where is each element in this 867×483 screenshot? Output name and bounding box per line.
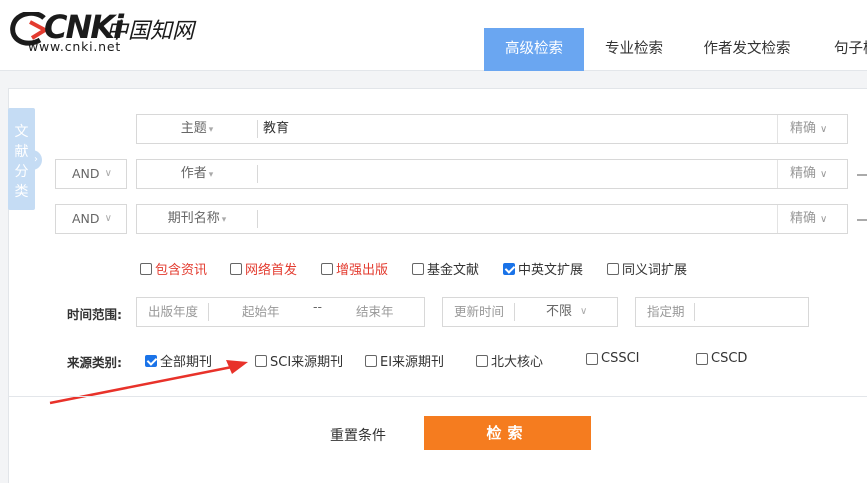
- field-select-journal[interactable]: 期刊名称 ▾: [137, 205, 257, 233]
- publish-year-label: 出版年度: [148, 304, 199, 319]
- remove-row-icon[interactable]: [857, 219, 867, 221]
- field-select-author[interactable]: 作者 ▾: [137, 160, 257, 188]
- logic-select-2[interactable]: AND ∨: [55, 159, 127, 189]
- divider: [694, 303, 695, 321]
- checkbox[interactable]: [586, 352, 598, 365]
- search-input-1[interactable]: 教育: [263, 115, 289, 143]
- search-row-1: 主题 ▾ 教育 精确 ∨: [136, 114, 848, 144]
- update-time-select[interactable]: 更新时间 不限 ∨: [442, 297, 618, 327]
- tab-professional-search[interactable]: 专业检索: [584, 28, 684, 71]
- source-all-journals[interactable]: 全部期刊: [145, 351, 212, 370]
- caret-down-icon: ▾: [221, 215, 227, 225]
- match-select-1[interactable]: 精确 ∨: [777, 115, 847, 143]
- search-mode-tabs: 高级检索 专业检索 作者发文检索 句子检: [484, 28, 867, 71]
- chevron-down-icon: ∨: [820, 169, 828, 180]
- range-dash: --: [313, 299, 323, 314]
- match-select-3[interactable]: 精确 ∨: [777, 205, 847, 233]
- chevron-down-icon: ∨: [820, 214, 828, 225]
- search-row-2: 作者 ▾ 精确 ∨: [136, 159, 848, 189]
- cnki-logo[interactable]: CNKi 中国知网 www.cnki.net: [10, 8, 200, 58]
- search-button[interactable]: 检索: [424, 416, 591, 450]
- checkbox[interactable]: [230, 262, 242, 275]
- search-row-3: 期刊名称 ▾ 精确 ∨: [136, 204, 848, 234]
- option-synonym-extension[interactable]: 同义词扩展: [607, 259, 687, 278]
- chevron-down-icon: ∨: [104, 168, 112, 179]
- logic-select-3[interactable]: AND ∨: [55, 204, 127, 234]
- divider: [514, 303, 515, 321]
- tab-sentence-search[interactable]: 句子检: [810, 28, 867, 71]
- header: CNKi 中国知网 www.cnki.net 高级检索 专业检索 作者发文检索 …: [0, 0, 867, 71]
- start-year-input[interactable]: 起始年: [242, 298, 280, 326]
- reset-button[interactable]: 重置条件: [330, 425, 386, 445]
- chevron-down-icon: ∨: [580, 306, 588, 317]
- option-enhanced-publish[interactable]: 增强出版: [321, 259, 388, 278]
- checkbox[interactable]: [140, 262, 152, 275]
- checkbox[interactable]: [321, 262, 333, 275]
- source-cscd[interactable]: CSCD: [696, 351, 747, 366]
- logo-url: www.cnki.net: [28, 39, 122, 54]
- source-ei[interactable]: EI来源期刊: [365, 351, 444, 370]
- checkbox-checked[interactable]: [145, 354, 157, 367]
- chevron-down-icon: ∨: [104, 213, 112, 224]
- source-type-label: 来源类别:: [67, 355, 122, 370]
- option-fund-literature[interactable]: 基金文献: [412, 259, 479, 278]
- specify-period-label: 指定期: [647, 304, 685, 319]
- option-include-news[interactable]: 包含资讯: [140, 259, 207, 278]
- checkbox[interactable]: [696, 352, 708, 365]
- option-online-first[interactable]: 网络首发: [230, 259, 297, 278]
- checkbox-checked[interactable]: [503, 262, 515, 275]
- source-pku-core[interactable]: 北大核心: [476, 351, 543, 370]
- match-select-2[interactable]: 精确 ∨: [777, 160, 847, 188]
- option-cn-en-extension[interactable]: 中英文扩展: [503, 259, 583, 278]
- checkbox[interactable]: [607, 262, 619, 275]
- caret-down-icon: ▾: [208, 170, 214, 180]
- update-time-label: 更新时间: [454, 304, 505, 319]
- checkbox[interactable]: [476, 354, 488, 367]
- publish-year-range: 出版年度 起始年 -- 结束年: [136, 297, 425, 327]
- checkbox[interactable]: [365, 354, 377, 367]
- tab-advanced-search[interactable]: 高级检索: [484, 28, 584, 71]
- divider: [257, 120, 258, 138]
- source-sci[interactable]: SCI来源期刊: [255, 351, 343, 370]
- remove-row-icon[interactable]: [857, 174, 867, 176]
- specify-period-input[interactable]: 指定期: [635, 297, 809, 327]
- tab-author-search[interactable]: 作者发文检索: [684, 28, 810, 71]
- divider: [257, 165, 258, 183]
- update-time-value: 不限: [546, 304, 573, 319]
- end-year-input[interactable]: 结束年: [356, 298, 394, 326]
- section-divider: [8, 396, 867, 397]
- chevron-down-icon: ∨: [820, 124, 828, 135]
- side-tab-char: 类: [14, 184, 29, 200]
- side-tab-char: 文: [14, 124, 29, 140]
- divider: [208, 303, 209, 321]
- divider: [257, 210, 258, 228]
- caret-down-icon: ▾: [208, 125, 214, 135]
- field-select-subject[interactable]: 主题 ▾: [137, 115, 257, 143]
- checkbox[interactable]: [412, 262, 424, 275]
- checkbox[interactable]: [255, 354, 267, 367]
- source-cssci[interactable]: CSSCI: [586, 351, 640, 366]
- time-range-label: 时间范围:: [67, 307, 122, 322]
